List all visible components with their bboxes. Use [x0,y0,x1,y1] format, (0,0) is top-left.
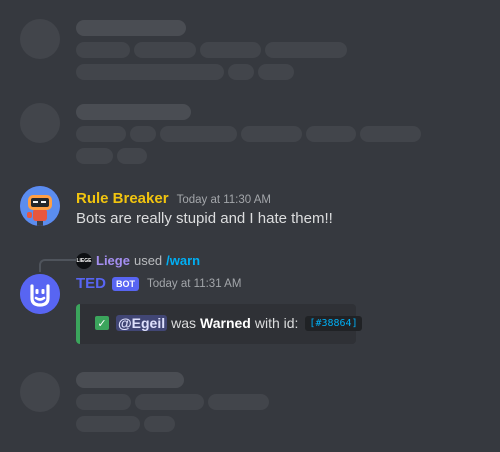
liege-avatar[interactable]: LIEGE [76,253,92,269]
robot-avatar-icon [20,186,60,226]
ted-username[interactable]: TED [76,275,106,292]
rule-breaker-avatar[interactable] [20,186,60,226]
placeholder-avatar [20,372,60,412]
embed-with-id-text: with id: [254,315,299,331]
placeholder-text [76,394,131,410]
rule-breaker-username[interactable]: Rule Breaker [76,190,169,207]
ted-avatar[interactable] [20,274,60,314]
placeholder-text [228,64,254,80]
placeholder-text [160,126,237,142]
placeholder-text [208,394,269,410]
placeholder-text [241,126,302,142]
placeholder-text [144,416,175,432]
placeholder-text [76,42,130,58]
embed-warned-text: Warned [200,315,251,331]
placeholder-avatar [20,19,60,59]
placeholder-text [258,64,294,80]
placeholder-username [76,20,186,36]
case-id-code: [#38864] [305,315,362,331]
embed-was-text: was [171,315,197,331]
user-mention[interactable]: @Egeil [116,315,168,331]
placeholder-username [76,372,184,388]
placeholder-text [117,148,147,164]
placeholder-text [306,126,356,142]
placeholder-text [265,42,347,58]
placeholder-text [76,64,224,80]
reply-username[interactable]: Liege [96,253,130,268]
bot-tag: BOT [112,276,139,291]
placeholder-text [130,126,156,142]
ted-bot-icon [20,274,60,314]
reply-command[interactable]: /warn [166,253,200,268]
placeholder-username [76,104,191,120]
message-text: Bots are really stupid and I hate them!! [76,210,333,227]
reply-used-text: used [133,253,163,268]
warn-embed: ✓ @Egeil was Warned with id: [#38864] [76,304,362,344]
placeholder-text [76,148,113,164]
check-box-icon: ✓ [95,316,109,330]
reply-connector [39,259,77,272]
message-timestamp[interactable]: Today at 11:31 AM [147,278,241,290]
placeholder-text [200,42,261,58]
placeholder-text [134,42,196,58]
placeholder-text [360,126,421,142]
placeholder-text [76,416,140,432]
message-timestamp[interactable]: Today at 11:30 AM [177,194,271,206]
placeholder-text [76,126,126,142]
placeholder-avatar [20,103,60,143]
placeholder-text [135,394,204,410]
